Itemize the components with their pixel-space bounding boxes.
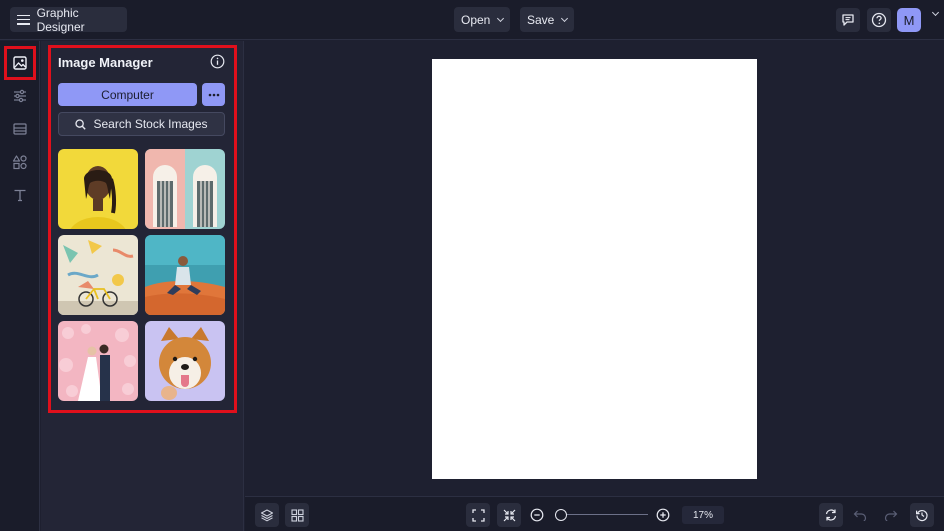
user-avatar[interactable]: M [897,8,921,32]
undo-icon[interactable] [853,509,867,521]
hamburger-menu-icon [17,14,30,25]
save-button[interactable]: Save [520,7,575,32]
sync-icon [825,509,837,521]
zoom-slider-handle[interactable] [555,509,567,521]
zoom-level-value: 17% [692,509,713,521]
grid-button[interactable] [285,503,309,527]
design-canvas[interactable] [432,59,757,479]
rail-item-text[interactable] [8,183,32,207]
zoom-level-field[interactable]: 17% [682,506,724,524]
help-icon [871,12,887,28]
redo-icon[interactable] [884,509,898,521]
zoom-in-icon[interactable] [656,508,670,522]
shrink-icon [503,509,515,521]
text-icon [14,189,26,202]
save-label: Save [527,12,555,27]
history-button[interactable] [910,503,934,527]
tool-rail [0,41,40,531]
app-menu-button[interactable]: Graphic Designer [10,5,127,34]
feedback-button[interactable] [836,8,860,32]
rail-item-shapes[interactable] [8,150,32,174]
shapes-icon [12,155,27,170]
shrink-button[interactable] [497,503,521,527]
zoom-slider-track[interactable] [566,514,648,515]
chevron-down-icon [561,14,569,22]
open-button[interactable]: Open [454,7,511,32]
avatar-initial: M [903,12,915,28]
layers-button[interactable] [255,503,279,527]
zoom-out-icon[interactable] [530,508,544,522]
layers-icon [260,509,274,522]
rail-item-adjustments[interactable] [8,84,32,108]
background-icon [13,123,27,135]
sync-button[interactable] [819,503,843,527]
history-icon [916,509,928,522]
avatar-chevron-down-icon[interactable] [931,8,940,17]
chevron-down-icon [497,14,505,22]
comment-icon [842,14,854,26]
adjustments-icon [14,89,26,103]
rail-highlight-box [4,46,36,80]
top-bar: Graphic Designer Open Save M [0,0,944,40]
grid-icon [290,508,304,522]
open-label: Open [461,12,491,27]
panel-highlight-box [48,45,237,413]
app-title: Graphic Designer [36,5,85,34]
rail-item-background[interactable] [8,117,32,141]
fit-to-screen-icon [471,508,485,522]
help-button[interactable] [867,8,891,32]
fit-to-screen-button[interactable] [466,503,490,527]
